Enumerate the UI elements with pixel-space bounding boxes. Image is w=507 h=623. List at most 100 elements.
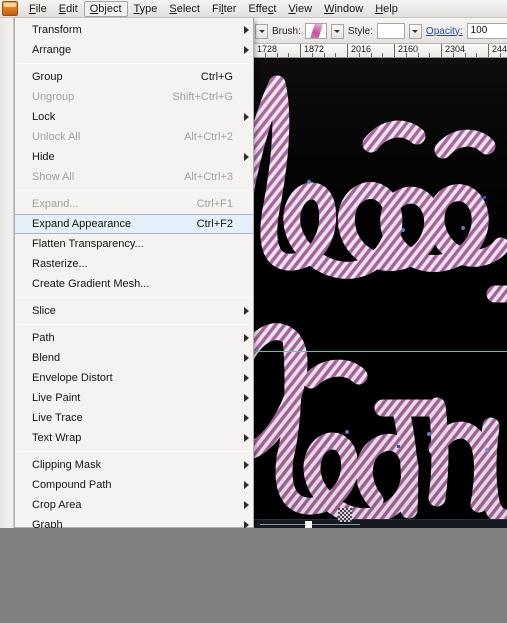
menu-item-live-paint[interactable]: Live Paint — [15, 388, 253, 408]
menubar-item-select[interactable]: Select — [163, 1, 206, 17]
menu-item-label: Live Paint — [32, 392, 81, 404]
menu-item-label: Slice — [32, 305, 56, 317]
ruler-major-tick — [394, 44, 395, 57]
menu-item-hide[interactable]: Hide — [15, 147, 253, 167]
menubar-item-file[interactable]: File — [23, 1, 53, 17]
style-dropdown-button[interactable] — [408, 23, 422, 39]
submenu-arrow-icon — [244, 374, 249, 382]
ruler-major-tick — [488, 44, 489, 57]
style-swatch[interactable] — [376, 23, 405, 39]
submenu-arrow-icon — [244, 153, 249, 161]
menu-item-create-gradient-mesh[interactable]: Create Gradient Mesh... — [15, 274, 253, 294]
brush-label: Brush: — [272, 25, 301, 37]
menu-item-crop-area[interactable]: Crop Area — [15, 495, 253, 515]
menubar-item-help[interactable]: Help — [369, 1, 404, 17]
menu-item-label: Hide — [32, 151, 55, 163]
menubar-item-object[interactable]: Object — [83, 0, 128, 17]
ruler-tick — [371, 53, 372, 57]
submenu-arrow-icon — [244, 26, 249, 34]
ruler-major-tick — [441, 44, 442, 57]
menubar-item-effect[interactable]: Effect — [242, 1, 282, 17]
brush-dropdown-button[interactable] — [330, 23, 344, 39]
menubar-item-view[interactable]: View — [282, 1, 318, 17]
menu-separator — [17, 63, 251, 64]
menu-item-shortcut: Shift+Ctrl+G — [172, 91, 233, 103]
menu-item-label: Expand Appearance — [32, 218, 132, 230]
menu-item-expand-appearance[interactable]: Expand Appearance Ctrl+F2 — [15, 214, 253, 234]
menu-item-label: Blend — [32, 352, 61, 364]
panel-edge-strip — [0, 18, 14, 528]
artboard-canvas[interactable] — [250, 58, 507, 528]
ruler-tick — [277, 53, 278, 57]
ruler-tick — [335, 53, 336, 57]
menu-item-label: Create Gradient Mesh... — [32, 278, 150, 290]
object-menu-dropdown[interactable]: Transform Arrange Group Ctrl+G Ungroup Shift+… — [14, 18, 254, 531]
menu-item-path[interactable]: Path — [15, 328, 253, 348]
menu-separator — [17, 451, 251, 452]
submenu-arrow-icon — [244, 334, 249, 342]
menu-item-clipping-mask[interactable]: Clipping Mask — [15, 455, 253, 475]
menu-item-label: Group — [32, 71, 63, 83]
brush-swatch[interactable] — [304, 23, 327, 39]
menubar-item-edit[interactable]: Edit — [53, 1, 84, 17]
horizontal-scroll-thumb[interactable] — [305, 521, 312, 528]
application-window: File Edit Object Type Select Filter Effect View… — [0, 0, 507, 623]
ruler-label: 1728 — [257, 44, 278, 54]
menu-item-label: Path — [32, 332, 55, 344]
ruler-label: 2448 — [492, 44, 507, 54]
submenu-arrow-icon — [244, 461, 249, 469]
ruler-label: 1872 — [304, 44, 325, 54]
menu-item-label: Expand... — [32, 198, 79, 210]
menu-item-label: Lock — [32, 111, 56, 123]
opacity-input[interactable]: 100 — [466, 23, 507, 39]
menu-item-transform[interactable]: Transform — [15, 20, 253, 40]
menu-separator — [17, 297, 251, 298]
menu-item-envelope-distort[interactable]: Envelope Distort — [15, 368, 253, 388]
ruler-label: 2016 — [351, 44, 372, 54]
menu-item-arrange[interactable]: Arrange — [15, 40, 253, 60]
menu-item-live-trace[interactable]: Live Trace — [15, 408, 253, 428]
menu-item-shortcut: Ctrl+G — [200, 71, 233, 83]
ruler-tick — [429, 53, 430, 57]
menubar-item-window[interactable]: Window — [318, 1, 369, 17]
menu-item-label: Arrange — [32, 44, 72, 56]
ruler-major-tick — [300, 44, 301, 57]
menu-bar: File Edit Object Type Select Filter Effect View… — [0, 0, 507, 18]
horizontal-scrollbar[interactable] — [250, 519, 507, 528]
menu-item-slice[interactable]: Slice — [15, 301, 253, 321]
menu-item-label: Ungroup — [32, 91, 75, 103]
menubar-item-type[interactable]: Type — [128, 1, 164, 17]
menu-item-flatten-transparency[interactable]: Flatten Transparency... — [15, 234, 253, 254]
menu-item-compound-path[interactable]: Compound Path — [15, 475, 253, 495]
menu-item-group[interactable]: Group Ctrl+G — [15, 67, 253, 87]
horizontal-ruler[interactable]: 1728 1872 2016 2160 2304 2448 — [250, 44, 507, 58]
menubar-item-filter[interactable]: Filter — [206, 1, 242, 17]
ruler-tick — [382, 53, 383, 57]
menu-bar-items: File Edit Object Type Select Filter Effect View… — [23, 0, 404, 17]
menu-separator — [17, 324, 251, 325]
menu-item-expand: Expand... Ctrl+F1 — [15, 194, 253, 214]
menu-item-rasterize[interactable]: Rasterize... — [15, 254, 253, 274]
submenu-arrow-icon — [244, 307, 249, 315]
stroke-dropdown-button[interactable] — [255, 23, 268, 39]
menu-item-blend[interactable]: Blend — [15, 348, 253, 368]
ruler-tick — [288, 53, 289, 57]
chevron-down-icon — [412, 29, 419, 33]
menu-item-shortcut: Ctrl+F2 — [196, 218, 233, 230]
submenu-arrow-icon — [244, 414, 249, 422]
submenu-arrow-icon — [244, 434, 249, 442]
selection-anchor[interactable] — [397, 445, 400, 448]
ruler-label: 2304 — [445, 44, 466, 54]
checkerboard-cursor — [338, 508, 352, 522]
style-label: Style: — [347, 25, 373, 37]
menu-item-label: Transform — [32, 24, 82, 36]
menu-item-lock[interactable]: Lock — [15, 107, 253, 127]
submenu-arrow-icon — [244, 354, 249, 362]
menu-item-unlock-all: Unlock All Alt+Ctrl+2 — [15, 127, 253, 147]
menu-item-shortcut: Alt+Ctrl+3 — [184, 171, 233, 183]
menu-item-text-wrap[interactable]: Text Wrap — [15, 428, 253, 448]
opacity-label[interactable]: Opacity: — [426, 26, 463, 37]
selection-anchor[interactable] — [483, 196, 486, 199]
menu-item-show-all: Show All Alt+Ctrl+3 — [15, 167, 253, 187]
menu-item-label: Envelope Distort — [32, 372, 113, 384]
